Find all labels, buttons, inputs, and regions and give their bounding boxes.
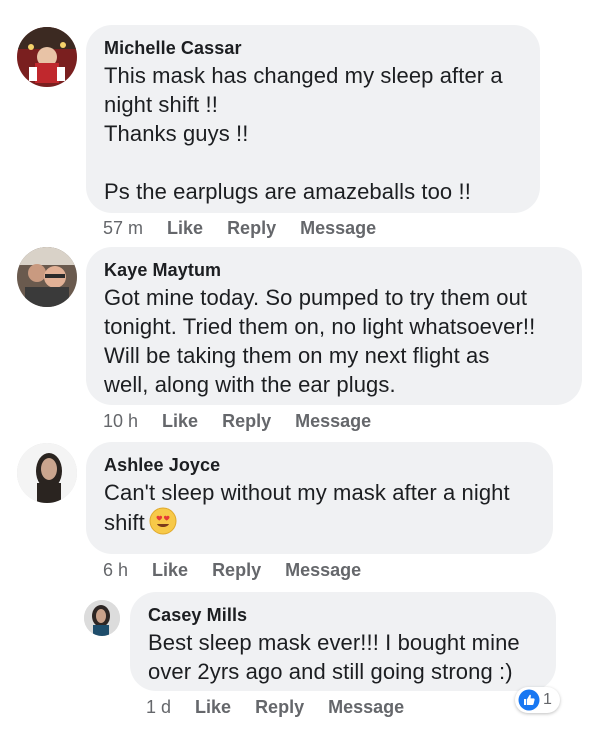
avatar[interactable]	[17, 27, 77, 87]
comment-bubble: Kaye Maytum Got mine today. So pumped to…	[86, 247, 582, 405]
heart-eyes-emoji-icon	[149, 507, 177, 535]
reaction-badge[interactable]: 1	[515, 687, 560, 713]
comment-thread: Michelle Cassar This mask has changed my…	[0, 0, 600, 750]
comment-text: Can't sleep without my mask after a nigh…	[104, 478, 535, 537]
reply-button[interactable]: Reply	[212, 560, 261, 581]
comment-time[interactable]: 6 h	[103, 560, 128, 581]
comment-actions: 6 h Like Reply Message	[103, 560, 385, 581]
message-button[interactable]: Message	[300, 218, 376, 239]
comment-bubble: Ashlee Joyce Can't sleep without my mask…	[86, 442, 553, 554]
comment-author[interactable]: Michelle Cassar	[104, 37, 522, 59]
like-button[interactable]: Like	[167, 218, 203, 239]
like-button[interactable]: Like	[152, 560, 188, 581]
comment-actions: 10 h Like Reply Message	[103, 411, 395, 432]
reply-text: Best sleep mask ever!!! I bought mine ov…	[148, 630, 520, 684]
reply-bubble: Casey Mills Best sleep mask ever!!! I bo…	[130, 592, 556, 691]
thumbs-up-icon	[518, 689, 540, 711]
comment-time[interactable]: 10 h	[103, 411, 138, 432]
reply-button[interactable]: Reply	[227, 218, 276, 239]
comment-text: Got mine today. So pumped to try them ou…	[104, 285, 536, 397]
avatar[interactable]	[17, 247, 77, 307]
christmas-photo-avatar-icon	[17, 27, 77, 87]
comment-bubble: Michelle Cassar This mask has changed my…	[86, 25, 540, 213]
comment-author[interactable]: Kaye Maytum	[104, 259, 564, 281]
like-button[interactable]: Like	[195, 697, 231, 718]
reaction-count: 1	[543, 691, 552, 708]
message-button[interactable]: Message	[285, 560, 361, 581]
portrait-avatar-icon	[17, 443, 77, 503]
reply-time[interactable]: 1 d	[146, 697, 171, 718]
reply-author[interactable]: Casey Mills	[148, 604, 538, 626]
comment-actions: 57 m Like Reply Message	[103, 218, 400, 239]
comment-text: This mask has changed my sleep after a n…	[104, 63, 503, 204]
reply-button[interactable]: Reply	[222, 411, 271, 432]
reply-button[interactable]: Reply	[255, 697, 304, 718]
message-button[interactable]: Message	[295, 411, 371, 432]
portrait-avatar-icon	[84, 600, 120, 636]
like-button[interactable]: Like	[162, 411, 198, 432]
comment-author[interactable]: Ashlee Joyce	[104, 454, 535, 476]
reply-actions: 1 d Like Reply Message	[146, 697, 428, 718]
selfie-avatar-icon	[17, 247, 77, 307]
avatar[interactable]	[17, 443, 77, 503]
comment-time[interactable]: 57 m	[103, 218, 143, 239]
avatar[interactable]	[84, 600, 120, 636]
message-button[interactable]: Message	[328, 697, 404, 718]
